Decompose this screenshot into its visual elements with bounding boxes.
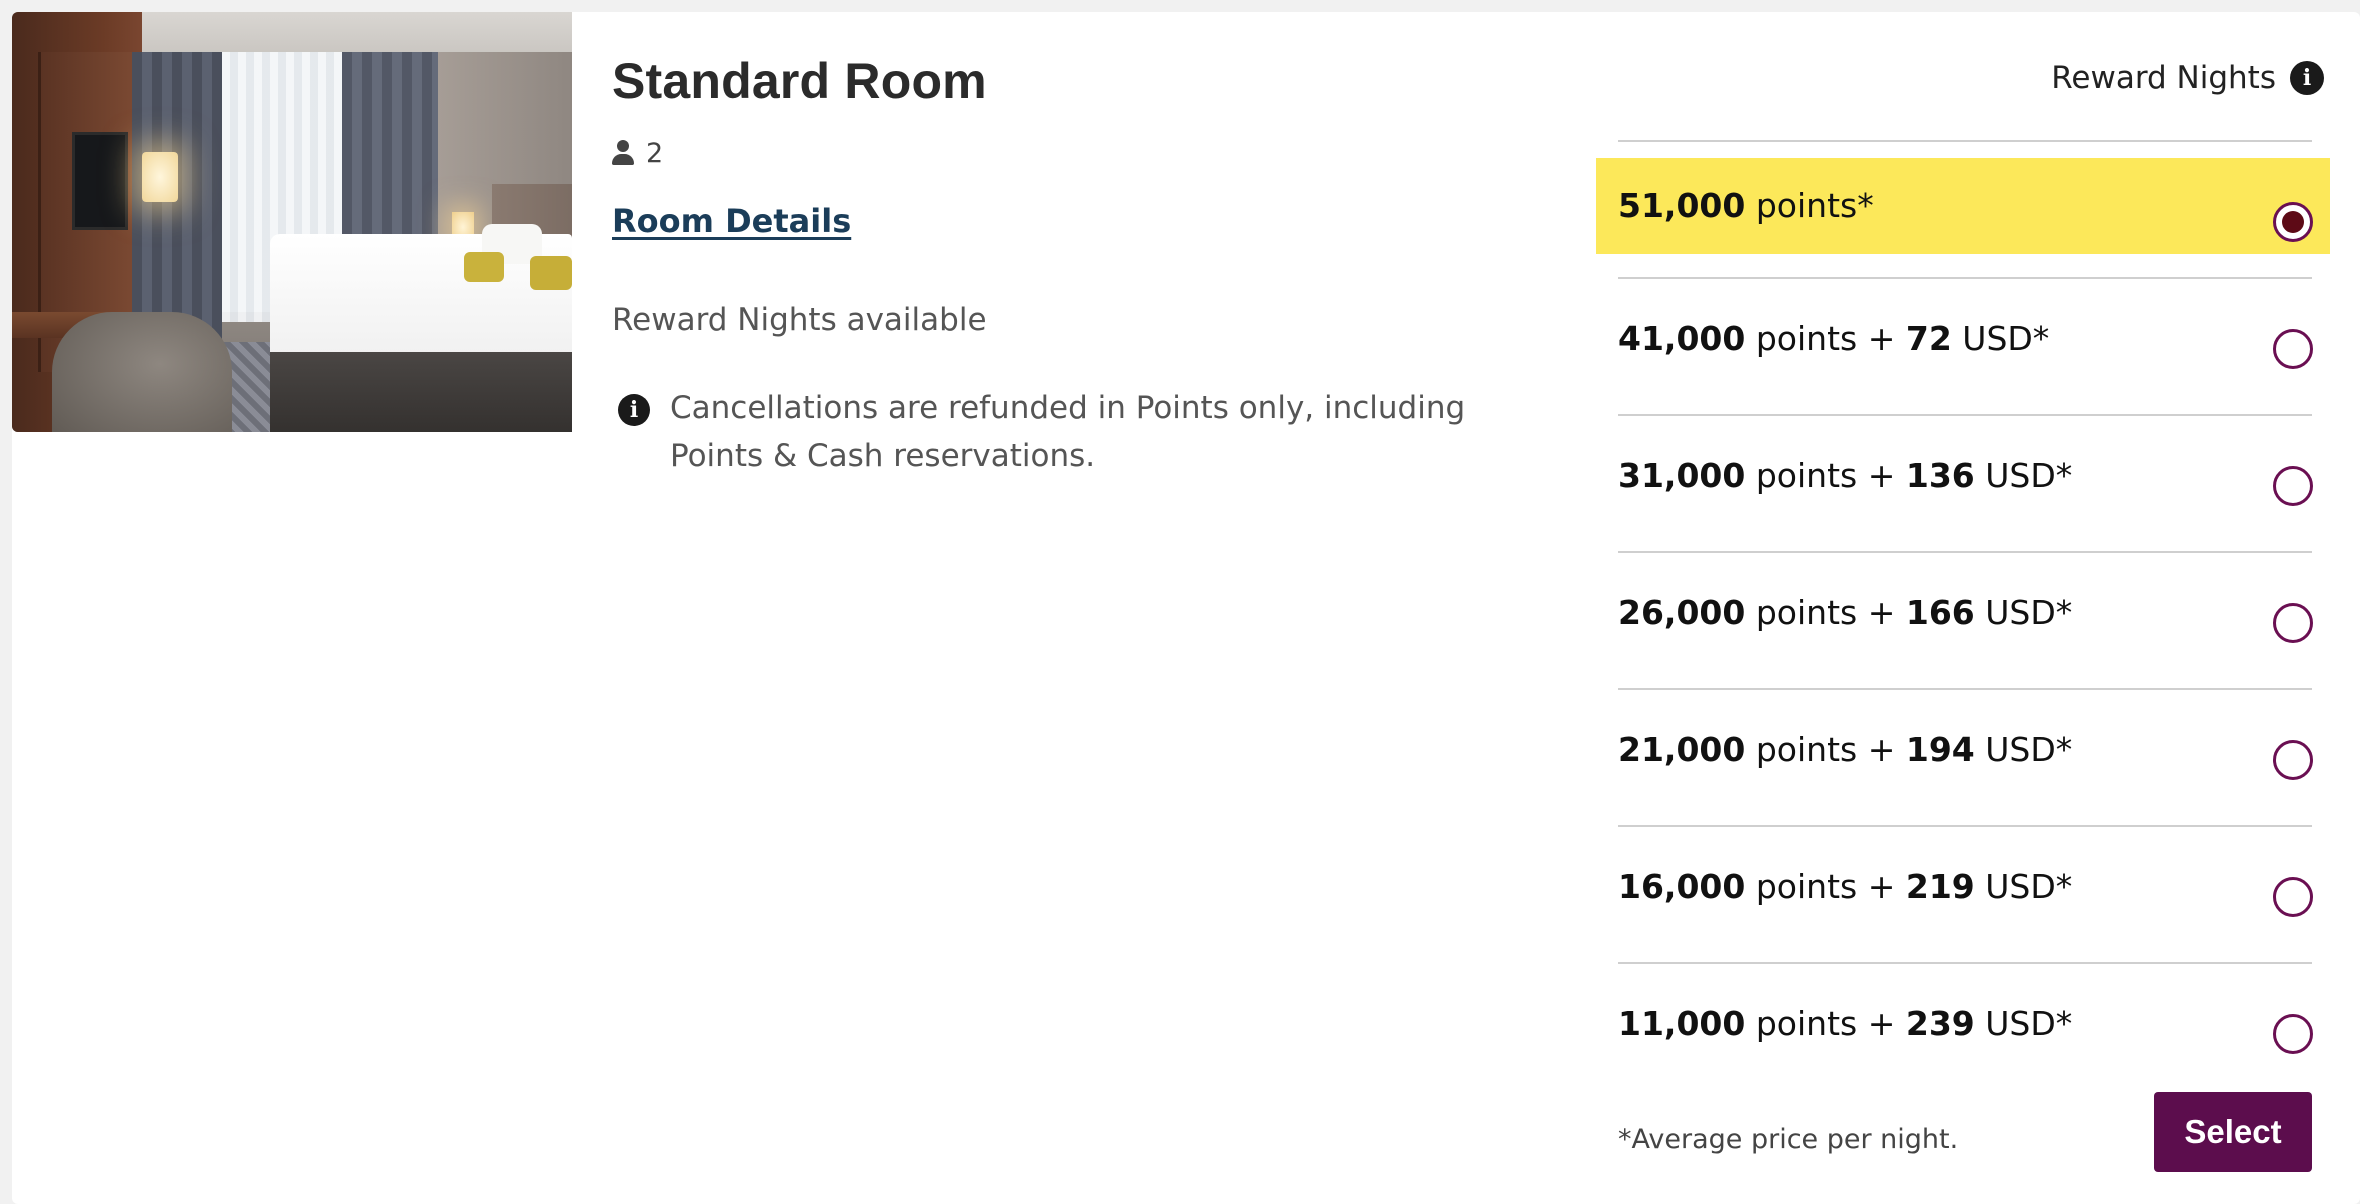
cancellation-note: i Cancellations are refunded in Points o…	[618, 384, 1518, 480]
rate-option[interactable]: 26,000 points + 166 USD*	[1618, 551, 2313, 688]
rate-plus: +	[1867, 593, 1896, 632]
rate-cash-unit: USD*	[1985, 456, 2073, 495]
rate-label: 51,000 points*	[1618, 186, 1874, 225]
rate-label: 41,000 points + 72 USD*	[1618, 319, 2049, 358]
rate-label: 31,000 points + 136 USD*	[1618, 456, 2072, 495]
rate-cash-unit: USD*	[1962, 319, 2050, 358]
rate-option[interactable]: 51,000 points*	[1596, 140, 2330, 277]
rates-header-label: Reward Nights	[2051, 60, 2276, 96]
rate-radio[interactable]	[2273, 466, 2313, 506]
rate-cash: 136	[1905, 456, 1975, 495]
rate-cash: 166	[1905, 593, 1975, 632]
rate-points: 21,000	[1618, 730, 1746, 769]
rate-points-unit: points	[1755, 456, 1858, 495]
select-button[interactable]: Select	[2154, 1092, 2312, 1172]
occupancy: 2	[612, 136, 663, 170]
rate-option[interactable]: 21,000 points + 194 USD*	[1618, 688, 2313, 825]
rate-plus: +	[1867, 867, 1896, 906]
rate-radio[interactable]	[2273, 202, 2313, 242]
rate-plus: +	[1867, 319, 1896, 358]
cancellation-text: Cancellations are refunded in Points onl…	[670, 390, 1466, 474]
info-icon[interactable]: i	[2290, 61, 2324, 95]
rate-points-unit: points*	[1755, 186, 1874, 225]
rate-radio[interactable]	[2273, 740, 2313, 780]
rate-plus: +	[1867, 456, 1896, 495]
rate-radio[interactable]	[2273, 1014, 2313, 1054]
rate-option[interactable]: 11,000 points + 239 USD*	[1618, 962, 2313, 1062]
rate-points: 11,000	[1618, 1004, 1746, 1043]
rate-cash: 72	[1905, 319, 1952, 358]
person-icon	[612, 140, 634, 166]
room-photo[interactable]	[12, 12, 572, 432]
occupancy-count: 2	[646, 137, 664, 169]
rates-header: Reward Nights i	[2051, 60, 2324, 96]
rate-radio[interactable]	[2273, 877, 2313, 917]
rate-points-unit: points	[1755, 867, 1858, 906]
room-title: Standard Room	[612, 53, 987, 109]
rate-radio[interactable]	[2273, 603, 2313, 643]
rate-option[interactable]: 31,000 points + 136 USD*	[1618, 414, 2313, 551]
rate-label: 21,000 points + 194 USD*	[1618, 730, 2072, 769]
rate-cash: 219	[1905, 867, 1975, 906]
rate-label: 16,000 points + 219 USD*	[1618, 867, 2072, 906]
rate-label: 11,000 points + 239 USD*	[1618, 1004, 2072, 1043]
room-details-link[interactable]: Room Details	[612, 202, 851, 240]
rate-options: 51,000 points* 41,000 points + 72 USD* 3…	[1596, 140, 2330, 1062]
availability-text: Reward Nights available	[612, 302, 987, 338]
price-footnote: *Average price per night.	[1618, 1124, 1959, 1155]
rate-plus: +	[1867, 1004, 1896, 1043]
rate-cash: 239	[1905, 1004, 1975, 1043]
rate-option[interactable]: 41,000 points + 72 USD*	[1618, 277, 2313, 414]
rate-radio[interactable]	[2273, 329, 2313, 369]
rate-cash-unit: USD*	[1985, 730, 2073, 769]
rate-points-unit: points	[1755, 1004, 1858, 1043]
rate-cash-unit: USD*	[1985, 1004, 2073, 1043]
rate-points: 16,000	[1618, 867, 1746, 906]
rate-cash: 194	[1905, 730, 1975, 769]
rate-points-unit: points	[1755, 319, 1858, 358]
info-icon: i	[618, 394, 650, 426]
rate-points: 51,000	[1618, 186, 1746, 225]
rate-cash-unit: USD*	[1985, 593, 2073, 632]
rate-points: 41,000	[1618, 319, 1746, 358]
rate-option[interactable]: 16,000 points + 219 USD*	[1618, 825, 2313, 962]
rate-label: 26,000 points + 166 USD*	[1618, 593, 2072, 632]
rate-points: 26,000	[1618, 593, 1746, 632]
rate-points: 31,000	[1618, 456, 1746, 495]
rate-cash-unit: USD*	[1985, 867, 2073, 906]
rate-points-unit: points	[1755, 593, 1858, 632]
room-card: Standard Room 2 Room Details Reward Nigh…	[12, 12, 2360, 1204]
rate-points-unit: points	[1755, 730, 1858, 769]
rate-plus: +	[1867, 730, 1896, 769]
